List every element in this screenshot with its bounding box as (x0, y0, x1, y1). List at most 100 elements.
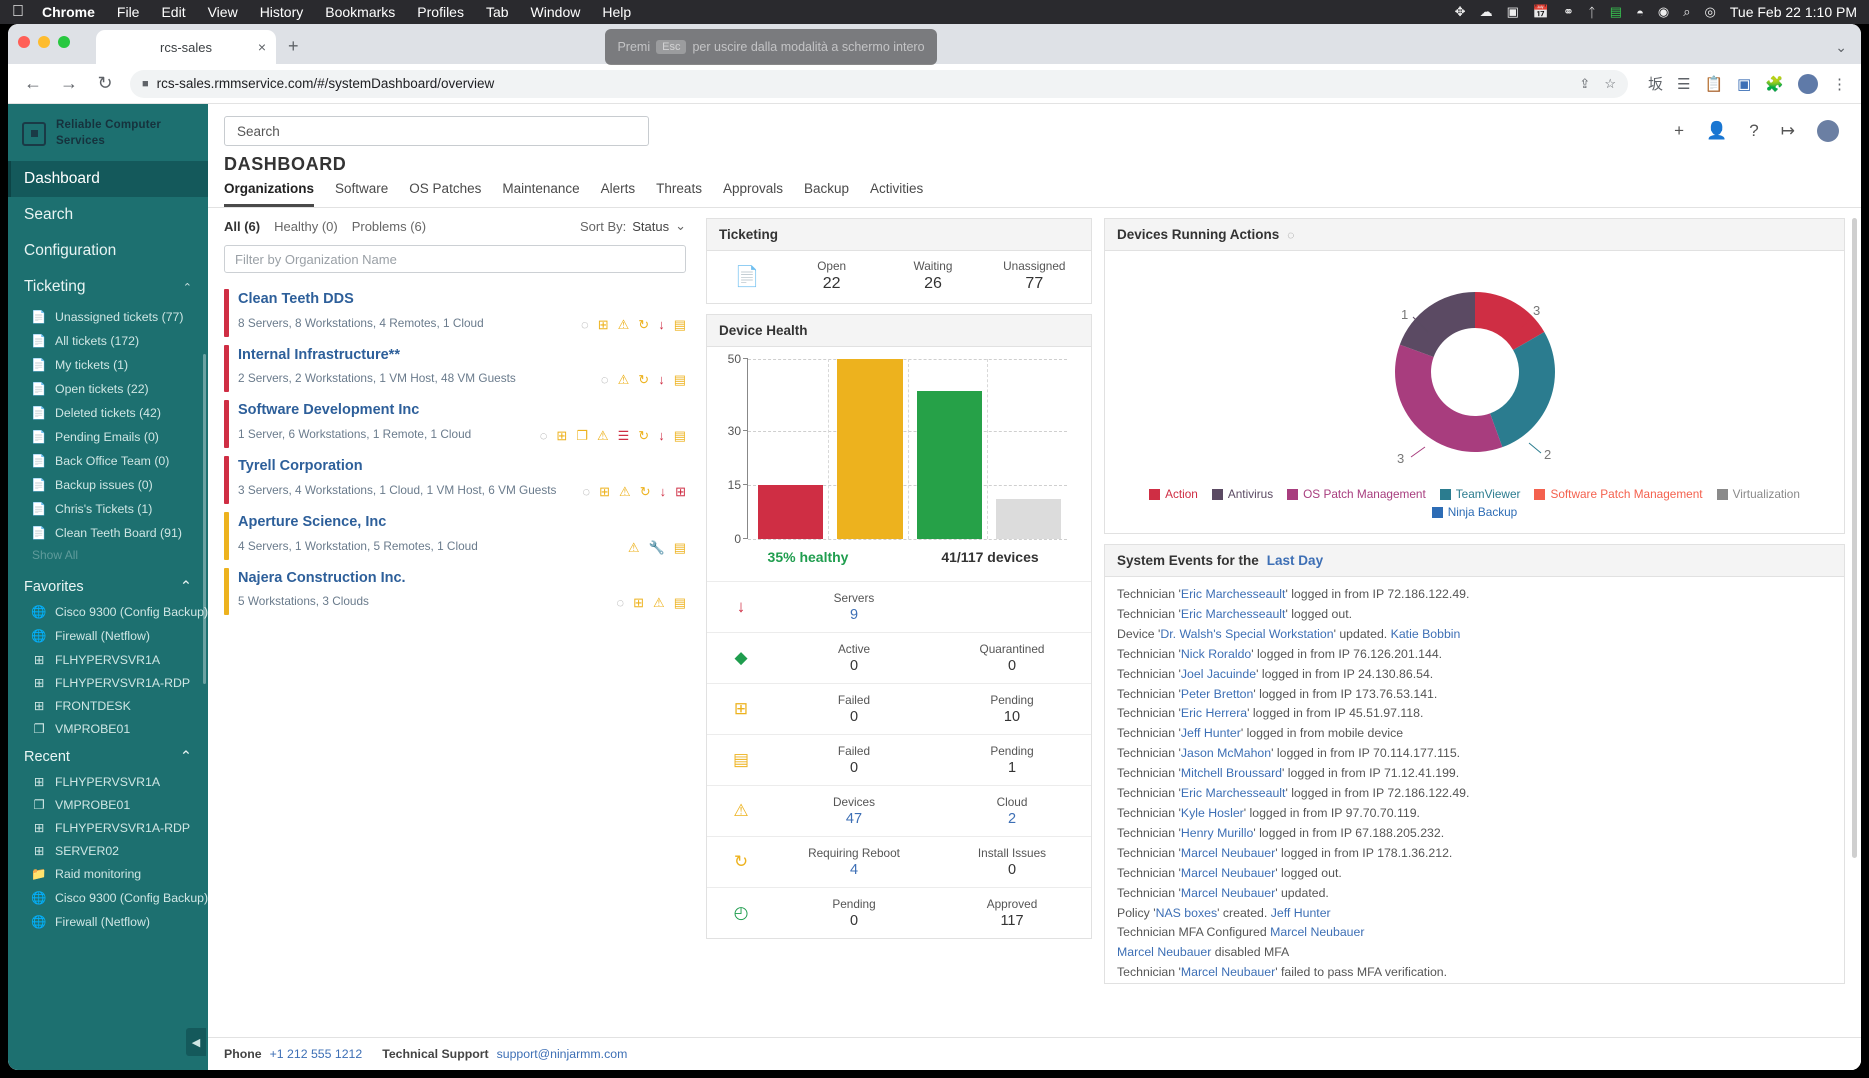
event-trailing-actor[interactable]: Jeff Hunter (1271, 906, 1331, 920)
sidebar-favorite-item-2[interactable]: ⊞ FLHYPERVSVR1A (8, 648, 208, 671)
new-tab-button[interactable]: + (288, 36, 299, 57)
reboot-icon[interactable]: ↻ (640, 485, 651, 498)
down-arrow-icon[interactable]: ↓ (658, 318, 665, 331)
windows-icon[interactable]: ⊞ (556, 429, 567, 442)
app-icon[interactable]: ▣ (1737, 75, 1751, 93)
legend-item[interactable]: Virtualization (1716, 487, 1800, 501)
help-icon[interactable]: ? (1749, 121, 1758, 141)
organization-row[interactable]: Clean Teeth DDS 8 Servers, 8 Workstations… (224, 285, 686, 341)
spinner-icon[interactable]: ◌ (540, 429, 548, 442)
spinner-icon[interactable]: ◌ (582, 485, 590, 498)
warning-icon[interactable]: ⚠ (619, 485, 631, 498)
device-health-stat[interactable]: Install Issues 0 (933, 846, 1091, 878)
down-arrow-icon[interactable]: ↓ (658, 373, 665, 386)
bar-unhealthy[interactable] (758, 485, 824, 539)
bar-healthy[interactable] (916, 391, 982, 539)
sidebar-recent-item-2[interactable]: ⊞ FLHYPERVSVR1A-RDP (8, 816, 208, 839)
warning-icon[interactable]: ⚠ (597, 429, 609, 442)
reboot-icon[interactable]: ↻ (638, 318, 649, 331)
legend-item[interactable]: Ninja Backup (1431, 505, 1517, 519)
menu-file[interactable]: File (117, 4, 140, 20)
sidebar-recent-item-5[interactable]: 🌐 Cisco 9300 (Config Backup) (8, 886, 208, 910)
device-health-stat[interactable]: Requiring Reboot 4 (775, 846, 933, 878)
event-actor[interactable]: NAS boxes (1156, 906, 1218, 920)
warning-icon[interactable]: ⚠ (618, 318, 630, 331)
chevron-up-icon[interactable]: ⌃ (180, 749, 192, 765)
add-user-icon[interactable]: 👤 (1706, 121, 1727, 141)
event-actor[interactable]: Eric Marchesseault (1181, 587, 1286, 601)
event-actor[interactable]: Joel Jacuinde (1181, 667, 1256, 681)
device-health-stat[interactable]: Quarantined 0 (933, 642, 1091, 674)
tab-alerts[interactable]: Alerts (601, 181, 636, 207)
tab-maintenance[interactable]: Maintenance (502, 181, 579, 207)
event-actor[interactable]: Marcel Neubauer (1270, 925, 1364, 939)
organization-name[interactable]: Aperture Science, Inc (238, 512, 618, 534)
patch-icon[interactable]: ▤ (674, 541, 686, 554)
event-actor[interactable]: Peter Bretton (1181, 687, 1253, 701)
bluetooth-icon[interactable]: ᛏ (1588, 5, 1596, 20)
battery-icon[interactable]: ▤ (1610, 4, 1622, 20)
organization-row[interactable]: Software Development Inc 1 Server, 6 Work… (224, 396, 686, 452)
device-health-stat[interactable]: Servers 9 (775, 591, 933, 623)
event-actor[interactable]: Marcel Neubauer (1181, 866, 1275, 880)
sidebar-item-dashboard[interactable]: Dashboard (8, 161, 208, 198)
organization-row[interactable]: Internal Infrastructure** 2 Servers, 2 Wo… (224, 341, 686, 397)
legend-item[interactable]: Software Patch Management (1534, 487, 1703, 501)
organization-name[interactable]: Najera Construction Inc. (238, 568, 606, 590)
device-health-stat-value[interactable]: 2 (933, 811, 1091, 827)
spinner-icon[interactable]: ◌ (616, 596, 624, 609)
sidebar-group-ticketing[interactable]: Ticketing ⌃ (8, 269, 208, 305)
chevron-down-icon[interactable]: ⌄ (1835, 39, 1847, 56)
patch-icon[interactable]: ▤ (674, 596, 686, 609)
reader-icon[interactable]: ☰ (1677, 75, 1690, 93)
system-events-range-link[interactable]: Last Day (1267, 553, 1323, 568)
tab-backup[interactable]: Backup (804, 181, 849, 207)
legend-item[interactable]: Action (1149, 487, 1198, 501)
tab-threats[interactable]: Threats (656, 181, 702, 207)
brand[interactable]: Reliable Computer Services (8, 104, 208, 161)
device-health-stat[interactable]: Approved 117 (933, 897, 1091, 929)
maximize-window-button[interactable] (58, 36, 70, 48)
sidebar-scrollbar[interactable] (203, 354, 206, 684)
sidebar-recent-item-0[interactable]: ⊞ FLHYPERVSVR1A (8, 770, 208, 793)
event-actor[interactable]: Marcel Neubauer (1181, 965, 1275, 979)
down-arrow-icon[interactable]: ↓ (658, 429, 665, 442)
device-health-stat-value[interactable]: 47 (775, 811, 933, 827)
logout-icon[interactable]: ↦ (1781, 121, 1795, 141)
siri-icon[interactable]: ◎ (1705, 4, 1716, 20)
menu-profiles[interactable]: Profiles (417, 4, 464, 20)
warning-icon[interactable]: ⚠ (618, 373, 630, 386)
donut-slice-os-patch[interactable] (1394, 344, 1502, 452)
spinner-icon[interactable]: ◌ (601, 373, 609, 386)
sidebar-ticket-item-9[interactable]: 📄 Clean Teeth Board (91) (8, 521, 208, 545)
menu-history[interactable]: History (260, 4, 304, 20)
tab-organizations[interactable]: Organizations (224, 181, 315, 207)
event-actor[interactable]: Nick Roraldo (1181, 647, 1251, 661)
device-health-stat[interactable]: Failed 0 (775, 693, 933, 725)
sidebar-ticket-item-8[interactable]: 📄 Chris's Tickets (1) (8, 497, 208, 521)
windows-icon[interactable]: ⊞ (599, 485, 610, 498)
ticket-stat-waiting[interactable]: Waiting 26 (882, 259, 983, 293)
sidebar-ticket-item-6[interactable]: 📄 Back Office Team (0) (8, 449, 208, 473)
tab-approvals[interactable]: Approvals (723, 181, 783, 207)
apple-menu-icon[interactable]:  (12, 3, 24, 21)
event-actor[interactable]: Jeff Hunter (1181, 726, 1241, 740)
search-icon[interactable]: ⌕ (1683, 4, 1690, 20)
calendar-icon[interactable]: 📅 (1533, 4, 1549, 20)
tab-activities[interactable]: Activities (870, 181, 923, 207)
forward-button[interactable]: → (58, 73, 80, 94)
chevron-up-icon[interactable]: ⌃ (183, 281, 192, 294)
patch-icon[interactable]: ▤ (674, 318, 686, 331)
reboot-icon[interactable]: ↻ (638, 373, 649, 386)
sidebar-recent-item-1[interactable]: ❐ VMPROBE01 (8, 793, 208, 816)
chrome-menu-button[interactable]: ⋮ (1832, 75, 1847, 93)
plus-icon[interactable]: + (1674, 121, 1684, 141)
sidebar-recent-item-6[interactable]: 🌐 Firewall (Netflow) (8, 910, 208, 934)
device-health-stat[interactable]: Active 0 (775, 642, 933, 674)
content-scrollbar[interactable] (1852, 218, 1857, 858)
browser-tab[interactable]: rcs-sales × (96, 30, 276, 64)
device-health-stat[interactable]: Cloud 2 (933, 795, 1091, 827)
event-actor[interactable]: Eric Herrera (1181, 706, 1247, 720)
menu-bookmarks[interactable]: Bookmarks (325, 4, 395, 20)
device-health-stat[interactable]: Pending 10 (933, 693, 1091, 725)
